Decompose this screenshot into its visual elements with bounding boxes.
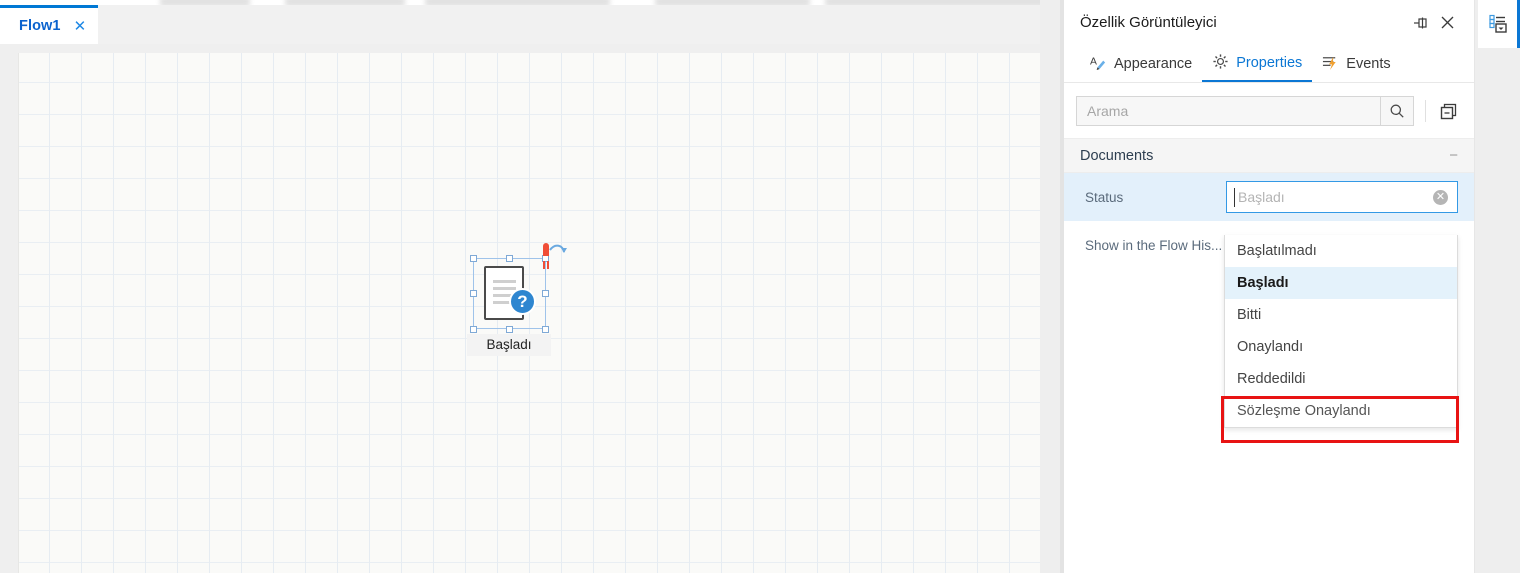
flow-node-label: Başladı [467, 334, 551, 356]
flow-tab-strip: Flow1 ✕ [0, 5, 1060, 45]
properties-list-icon[interactable] [1478, 0, 1518, 48]
clear-circle-icon[interactable]: ✕ [1433, 189, 1448, 205]
panel-header: Özellik Görüntüleyici [1064, 0, 1474, 45]
group-header-documents[interactable]: Documents − [1064, 138, 1474, 173]
dropdown-option[interactable]: Onaylandı [1225, 331, 1457, 363]
tab-properties[interactable]: Properties [1202, 46, 1313, 82]
property-label-show-in-flow-history: Show in the Flow His... [1085, 237, 1223, 253]
flow-canvas-area: ? Başladı [0, 44, 1060, 573]
search-input[interactable] [1077, 97, 1380, 125]
pin-icon[interactable] [1408, 10, 1434, 36]
tab-flow1[interactable]: Flow1 ✕ [0, 5, 98, 44]
rotate-handle-icon[interactable] [539, 241, 569, 273]
panel-title: Özellik Görüntüleyici [1080, 14, 1217, 31]
flow-canvas[interactable]: ? Başladı [18, 53, 1041, 573]
application-window: Flow1 ✕ ? Başladı Özellik Görüntüleyici … [0, 0, 1520, 573]
status-dropdown-list[interactable]: Başlatılmadı Başladı Bitti Onaylandı Red… [1224, 235, 1458, 428]
status-combobox-placeholder: Başladı [1238, 189, 1285, 205]
tab-appearance-label: Appearance [1114, 56, 1193, 72]
resize-handle[interactable] [470, 326, 477, 333]
group-title: Documents [1080, 147, 1154, 164]
document-question-icon: ? [484, 266, 536, 322]
tab-properties-label: Properties [1236, 55, 1303, 71]
resize-handle[interactable] [470, 290, 477, 297]
dropdown-option[interactable]: Sözleşme Onaylandı [1225, 395, 1457, 427]
panel-tab-bar: A Appearance Properties Events [1064, 45, 1474, 83]
dropdown-option[interactable]: Bitti [1225, 299, 1457, 331]
resize-handle[interactable] [470, 255, 477, 262]
tab-flow1-label: Flow1 [19, 18, 61, 34]
search-icon[interactable] [1380, 97, 1413, 125]
status-combobox[interactable]: Başladı ✕ [1226, 181, 1458, 213]
text-caret [1234, 188, 1235, 207]
dropdown-option[interactable]: Başlatılmadı [1225, 235, 1457, 267]
toolbar-divider [1425, 100, 1426, 122]
property-row-status[interactable]: Status Başladı ✕ [1064, 173, 1474, 221]
tab-appearance[interactable]: A Appearance [1080, 46, 1202, 82]
tab-events-label: Events [1346, 56, 1391, 72]
appearance-pencil-icon: A [1090, 54, 1107, 75]
resize-handle[interactable] [506, 255, 513, 262]
red-pin-marker-icon [539, 241, 569, 273]
flow-node-basladi[interactable]: ? Başladı [456, 213, 569, 358]
resize-handle[interactable] [542, 326, 549, 333]
close-icon[interactable]: ✕ [74, 19, 87, 34]
resize-handle[interactable] [542, 290, 549, 297]
dropdown-option[interactable]: Başladı [1225, 267, 1457, 299]
resize-handle[interactable] [506, 326, 513, 333]
events-lightning-icon [1322, 54, 1339, 75]
svg-text:A: A [1090, 56, 1097, 67]
tab-events[interactable]: Events [1312, 46, 1400, 82]
property-field-status: Başladı ✕ [1226, 181, 1458, 213]
dropdown-option[interactable]: Reddedildi [1225, 363, 1457, 395]
gear-icon [1212, 53, 1229, 74]
property-label-status: Status [1085, 189, 1124, 205]
group-collapse-icon[interactable]: − [1449, 148, 1458, 163]
question-badge: ? [509, 288, 536, 315]
right-rail [1475, 0, 1520, 573]
search-box[interactable] [1076, 96, 1414, 126]
close-icon[interactable] [1434, 10, 1460, 36]
search-row [1064, 83, 1474, 138]
collapse-all-icon[interactable] [1435, 98, 1461, 124]
